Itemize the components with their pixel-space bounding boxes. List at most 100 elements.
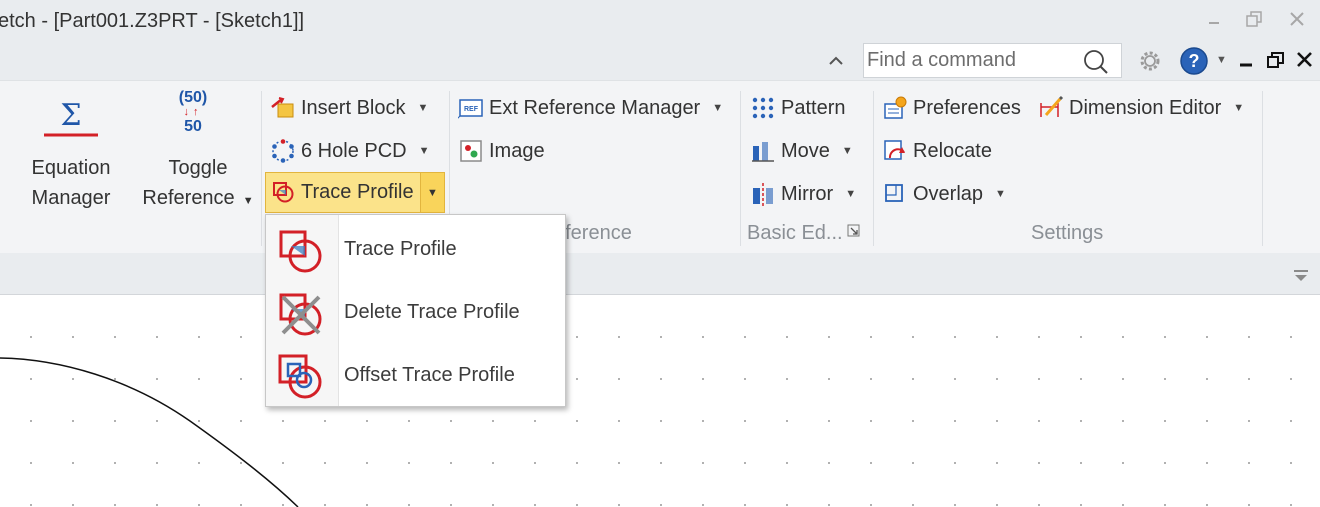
dimension-editor-label: Dimension Editor	[1069, 96, 1222, 119]
insert-block-label: Insert Block	[301, 96, 406, 119]
grid-dot	[30, 462, 32, 464]
trace-profile-button[interactable]: Trace Profile ▼	[265, 172, 445, 213]
grid-dot	[72, 504, 74, 506]
move-button[interactable]: Move ▼	[750, 133, 853, 169]
grid-dot	[1290, 378, 1292, 380]
pattern-label: Pattern	[781, 96, 846, 119]
move-dropdown-icon[interactable]: ▼	[842, 145, 853, 157]
equation-manager-icon[interactable]: Σ	[38, 93, 104, 146]
grid-dot	[912, 504, 914, 506]
grid-dot	[114, 336, 116, 338]
grid-dot	[996, 504, 998, 506]
mdi-close-icon[interactable]	[1295, 50, 1315, 75]
grid-dot	[912, 462, 914, 464]
relocate-icon	[882, 138, 908, 164]
grid-dot	[1164, 420, 1166, 422]
menu-item-label: Delete Trace Profile	[344, 301, 520, 323]
grid-dot	[156, 336, 158, 338]
gear-icon[interactable]	[1136, 47, 1164, 80]
sketch-canvas[interactable]	[0, 295, 1320, 507]
grid-dot	[1206, 504, 1208, 506]
mirror-button[interactable]: Mirror ▼	[750, 176, 856, 212]
grid-dot	[702, 420, 704, 422]
mirror-dropdown-icon[interactable]: ▼	[845, 188, 856, 200]
relocate-button[interactable]: Relocate	[882, 133, 992, 169]
grid-dot	[366, 504, 368, 506]
grid-dot	[870, 462, 872, 464]
grid-dot	[702, 462, 704, 464]
grid-dot	[576, 462, 578, 464]
dialog-launcher-icon[interactable]	[847, 224, 861, 243]
offset-trace-profile-icon	[277, 352, 327, 402]
hole-pcd-dropdown-icon[interactable]: ▼	[419, 145, 430, 157]
toggle-reference-icon[interactable]: (50) ↓↑ 50	[168, 89, 218, 136]
equation-manager-button[interactable]: Equation Manager	[22, 153, 120, 213]
overlap-dropdown-icon[interactable]: ▼	[995, 188, 1006, 200]
menu-item-offset-trace-profile[interactable]: Offset Trace Profile	[266, 344, 565, 407]
insert-block-dropdown-icon[interactable]: ▼	[417, 102, 428, 114]
ext-reference-manager-dropdown-icon[interactable]: ▼	[712, 102, 723, 114]
grid-dot	[786, 336, 788, 338]
grid-dot	[1080, 504, 1082, 506]
document-tab-strip	[0, 253, 1320, 295]
help-icon[interactable]: ?	[1179, 46, 1209, 81]
grid-dot	[912, 336, 914, 338]
dimension-editor-dropdown-icon[interactable]: ▼	[1233, 102, 1244, 114]
mdi-restore-icon[interactable]	[1266, 50, 1286, 75]
grid-dot	[702, 504, 704, 506]
overlap-button[interactable]: Overlap ▼	[882, 176, 1006, 212]
dimension-editor-button[interactable]: Dimension Editor ▼	[1038, 90, 1244, 126]
equation-manager-label-1: Equation	[31, 157, 111, 179]
grid-dot	[1122, 504, 1124, 506]
toggle-reference-button[interactable]: Toggle Reference ▼	[138, 153, 258, 216]
grid-dot	[1038, 378, 1040, 380]
grid-dot	[114, 504, 116, 506]
ext-reference-manager-icon: REF	[456, 95, 484, 121]
grid-dot	[156, 378, 158, 380]
hole-pcd-button[interactable]: 6 Hole PCD ▼	[270, 133, 430, 169]
grid-dot	[156, 504, 158, 506]
grid-dot	[660, 378, 662, 380]
grid-dot	[492, 462, 494, 464]
preferences-button[interactable]: Preferences	[882, 90, 1021, 126]
grid-dot	[660, 420, 662, 422]
strip-options-icon[interactable]	[1293, 269, 1309, 288]
trace-profile-dropdown-icon[interactable]: ▼	[421, 173, 444, 212]
search-icon[interactable]	[1082, 48, 1110, 81]
grid-dot	[198, 504, 200, 506]
grid-dot	[1038, 420, 1040, 422]
trace-profile-main[interactable]: Trace Profile	[270, 174, 414, 210]
menu-item-label: Offset Trace Profile	[344, 364, 515, 386]
grid-dot	[870, 504, 872, 506]
grid-dot	[954, 462, 956, 464]
pattern-button[interactable]: Pattern	[750, 90, 845, 126]
minimize-icon[interactable]	[1199, 6, 1229, 32]
ribbon: Σ Equation Manager (50) ↓↑ 50 Toggle Ref…	[0, 80, 1320, 253]
mirror-icon	[750, 181, 776, 207]
menu-item-trace-profile[interactable]: Trace Profile	[266, 218, 565, 281]
grid-dot	[996, 336, 998, 338]
ext-reference-manager-button[interactable]: REF Ext Reference Manager ▼	[456, 90, 723, 126]
find-command-input[interactable]	[864, 44, 1079, 77]
toggle-badge-top: (50)	[178, 89, 208, 106]
collapse-ribbon-icon[interactable]	[826, 51, 846, 76]
menu-item-delete-trace-profile[interactable]: Delete Trace Profile	[266, 281, 565, 344]
grid-dot	[114, 378, 116, 380]
grid-dot	[744, 336, 746, 338]
overlap-icon	[882, 181, 908, 207]
grid-dot	[954, 504, 956, 506]
move-icon	[750, 138, 776, 164]
overlap-label: Overlap	[913, 182, 984, 205]
mdi-minimize-icon[interactable]	[1238, 50, 1254, 75]
close-icon[interactable]	[1282, 6, 1312, 32]
help-dropdown-icon[interactable]: ▼	[1216, 54, 1227, 66]
image-button[interactable]: Image	[458, 133, 545, 169]
delete-trace-profile-icon	[277, 289, 327, 339]
grid-dot	[1122, 420, 1124, 422]
restore-icon[interactable]	[1239, 6, 1269, 32]
insert-block-button[interactable]: Insert Block ▼	[270, 90, 428, 126]
preferences-icon	[882, 95, 908, 121]
separator	[873, 91, 874, 246]
find-command-box[interactable]	[863, 43, 1122, 78]
toggle-reference-dropdown-icon[interactable]: ▼	[243, 195, 254, 207]
